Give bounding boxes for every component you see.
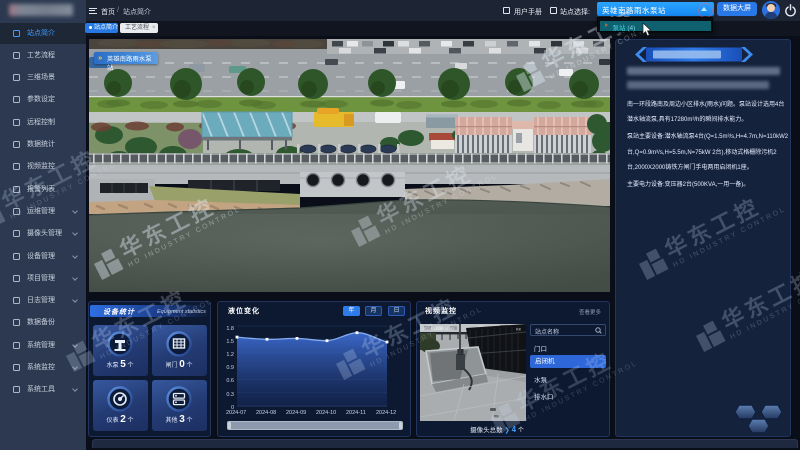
svg-text:KK: KK [516,327,522,332]
